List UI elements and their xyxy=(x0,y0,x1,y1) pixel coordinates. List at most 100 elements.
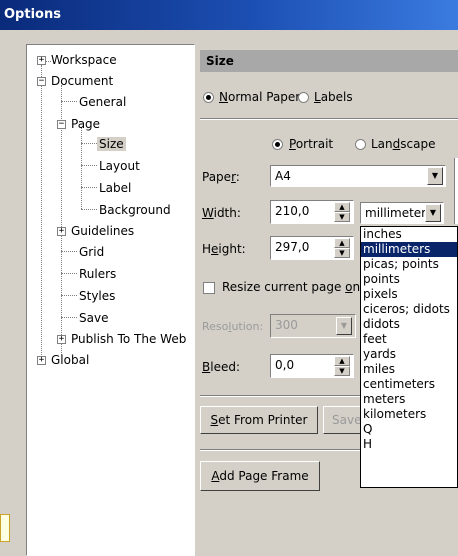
paper-select[interactable]: A4 xyxy=(270,165,446,187)
panel-title: Size xyxy=(200,50,458,72)
paper-label-post: : xyxy=(235,170,240,184)
spin-down-icon[interactable]: ▼ xyxy=(334,248,350,258)
tooltip-fragment xyxy=(0,514,10,542)
landscape-radio[interactable] xyxy=(355,139,366,150)
landscape-label[interactable]: Landscape xyxy=(371,137,435,151)
units-option[interactable]: feet xyxy=(361,332,457,347)
units-dropdown-icon[interactable]: ▼ xyxy=(425,204,441,222)
units-option[interactable]: meters xyxy=(361,392,457,407)
tree-label: Page xyxy=(71,117,101,131)
tree-item-size[interactable]: Size xyxy=(97,137,126,151)
resize-accel: o xyxy=(345,280,353,294)
tree-item-styles[interactable]: Styles xyxy=(79,289,115,303)
height-label-pre: H xyxy=(202,242,212,256)
resize-current-page-checkbox[interactable] xyxy=(203,282,215,294)
portrait-accel: P xyxy=(289,137,296,151)
height-value: 297,0 xyxy=(275,240,310,254)
tree-item-guidelines[interactable]: Guidelines xyxy=(71,224,134,238)
height-label: Height: xyxy=(202,242,246,256)
units-option[interactable]: points xyxy=(361,272,457,287)
spin-up-icon[interactable]: ▲ xyxy=(334,202,350,212)
tree-label: Layout xyxy=(99,159,140,173)
bleed-spinner[interactable]: ▲ ▼ xyxy=(334,356,350,376)
divider xyxy=(200,118,458,120)
resolution-label-pre: Reso xyxy=(202,320,229,333)
options-tree[interactable]: + Workspace − Document General − Page Si… xyxy=(26,44,195,556)
normal-paper-label[interactable]: Normal Paper xyxy=(219,90,300,104)
guidelines-expand-icon[interactable]: + xyxy=(57,227,66,236)
units-option[interactable]: millimeters xyxy=(361,242,457,257)
labels-label[interactable]: Labels xyxy=(314,90,353,104)
tree-item-publish[interactable]: Publish To The Web xyxy=(71,332,186,346)
spin-down-icon[interactable]: ▼ xyxy=(334,212,350,222)
page-preview xyxy=(454,158,458,224)
landscape-text-post: scape xyxy=(400,137,436,151)
height-spinner[interactable]: ▲ ▼ xyxy=(334,238,350,258)
workspace-expand-icon[interactable]: + xyxy=(37,56,46,65)
resolution-label: Resolution: xyxy=(202,320,263,333)
normal-paper-radio[interactable] xyxy=(203,92,214,103)
width-label: Width: xyxy=(202,206,241,220)
publish-expand-icon[interactable]: + xyxy=(57,335,66,344)
tree-label: Rulers xyxy=(79,267,117,281)
tree-item-background[interactable]: Background xyxy=(99,203,171,217)
tree-item-document[interactable]: Document xyxy=(51,74,113,88)
portrait-radio[interactable] xyxy=(272,139,283,150)
tree-label: Save xyxy=(79,311,109,325)
tree-item-rulers[interactable]: Rulers xyxy=(79,267,116,281)
units-option[interactable]: Q xyxy=(361,422,457,437)
units-option[interactable]: didots xyxy=(361,317,457,332)
spin-down-icon[interactable]: ▼ xyxy=(334,366,350,376)
page-collapse-icon[interactable]: − xyxy=(57,120,66,129)
tree-item-label[interactable]: Label xyxy=(99,181,131,195)
tree-item-layout[interactable]: Layout xyxy=(99,159,140,173)
resize-current-page-label[interactable]: Resize current page only xyxy=(222,280,371,294)
paper-label-pre: Pape xyxy=(202,170,232,184)
resolution-dropdown-icon[interactable]: ▼ xyxy=(336,317,352,335)
tree-label: Guidelines xyxy=(71,224,135,238)
height-label-post: ight: xyxy=(218,242,246,256)
units-option[interactable]: pixels xyxy=(361,287,457,302)
units-dropdown-list[interactable]: inches millimeters picas; points points pixe… xyxy=(360,226,458,488)
save-page-text: Save xyxy=(332,413,362,427)
landscape-text-pre: Lan xyxy=(371,137,393,151)
units-option[interactable]: H xyxy=(361,437,457,452)
labels-radio[interactable] xyxy=(298,92,309,103)
tree-item-workspace[interactable]: Workspace xyxy=(51,53,117,67)
width-label-post: idth: xyxy=(213,206,241,220)
tree-label: Label xyxy=(99,181,132,195)
tree-item-save[interactable]: Save xyxy=(79,311,108,325)
tree-item-grid[interactable]: Grid xyxy=(79,245,104,259)
units-option[interactable]: centimeters xyxy=(361,377,457,392)
tree-label: Grid xyxy=(79,245,105,259)
portrait-label[interactable]: Portrait xyxy=(289,137,333,151)
paper-dropdown-icon[interactable]: ▼ xyxy=(427,167,443,185)
units-option[interactable]: ciceros; didots xyxy=(361,302,457,317)
tree-item-page[interactable]: Page xyxy=(71,117,100,131)
global-expand-icon[interactable]: + xyxy=(37,356,46,365)
units-option[interactable]: miles xyxy=(361,362,457,377)
labels-accel: L xyxy=(314,90,321,104)
resolution-label-post: ution: xyxy=(231,320,264,333)
tree-item-global[interactable]: Global xyxy=(51,353,89,367)
add-page-frame-button[interactable]: Add Page Frame xyxy=(200,461,320,491)
tree-label: Workspace xyxy=(51,53,117,67)
bleed-value: 0,0 xyxy=(275,358,295,372)
units-option[interactable]: inches xyxy=(361,227,457,242)
spin-up-icon[interactable]: ▲ xyxy=(334,356,350,366)
units-option[interactable]: picas; points xyxy=(361,257,457,272)
document-collapse-icon[interactable]: − xyxy=(37,77,46,86)
width-spinner[interactable]: ▲ ▼ xyxy=(334,202,350,222)
resolution-value: 300 xyxy=(275,318,298,332)
units-option[interactable]: kilometers xyxy=(361,407,457,422)
tree-item-general[interactable]: General xyxy=(79,95,126,109)
paper-label: Paper: xyxy=(202,170,240,184)
paper-value: A4 xyxy=(275,169,291,183)
bleed-label: Bleed: xyxy=(202,360,240,374)
spin-up-icon[interactable]: ▲ xyxy=(334,238,350,248)
set-from-printer-button[interactable]: Set From Printer xyxy=(200,406,318,434)
portrait-text: ortrait xyxy=(295,137,334,151)
width-value: 210,0 xyxy=(275,204,310,218)
units-option[interactable]: yards xyxy=(361,347,457,362)
tree-label: Background xyxy=(99,203,171,217)
